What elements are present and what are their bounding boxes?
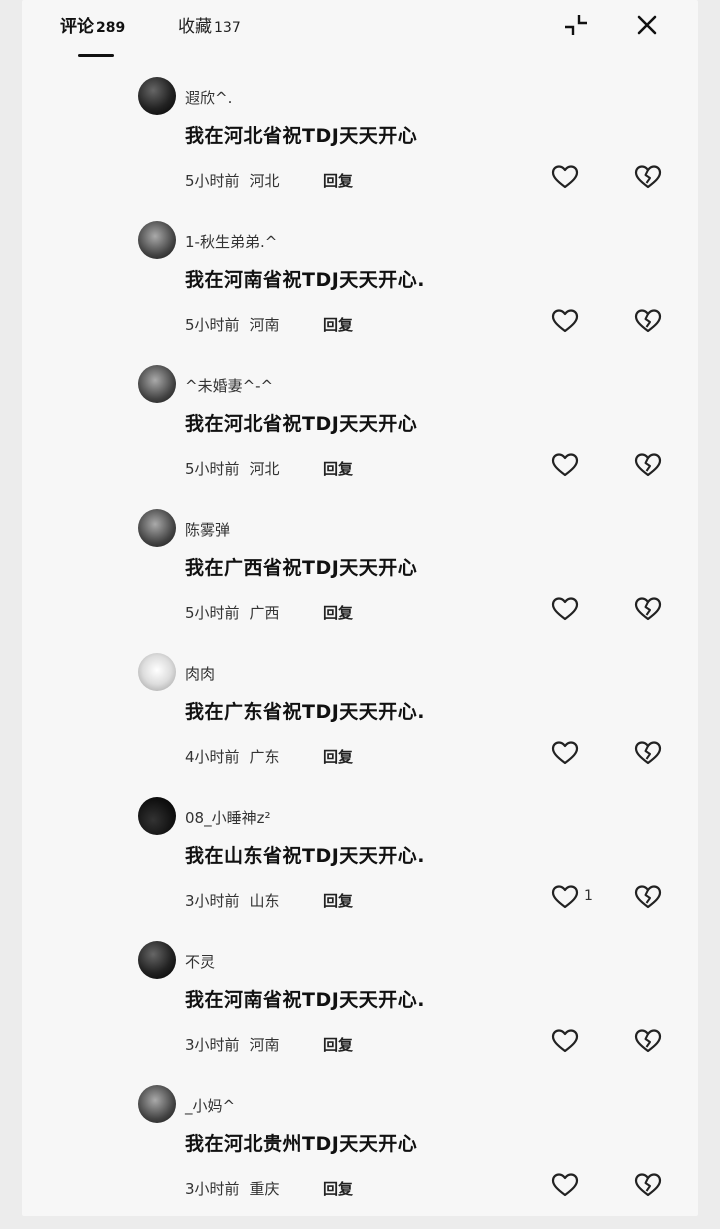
comment-text: 我在河北贵州TDJ天天开心 xyxy=(185,1133,418,1155)
broken-heart-icon[interactable] xyxy=(634,452,662,478)
reply-button[interactable]: 回复 xyxy=(323,890,353,911)
avatar[interactable] xyxy=(138,941,176,979)
reply-button[interactable]: 回复 xyxy=(323,170,353,191)
comment-time: 3小时前 xyxy=(185,1180,240,1198)
like-count: 1 xyxy=(584,888,593,904)
like-icon[interactable] xyxy=(551,596,579,622)
comment-panel: 评论 289 收藏 137 遐欣^. 我在河北省祝TDJ天天开心 5小时前 河北 回复… xyxy=(0,0,720,1216)
comment-text: 我在广西省祝TDJ天天开心 xyxy=(185,557,418,579)
avatar[interactable] xyxy=(138,221,176,259)
broken-heart-icon[interactable] xyxy=(634,596,662,622)
like-icon[interactable] xyxy=(551,740,579,766)
like-icon[interactable] xyxy=(551,1172,579,1198)
comment-username[interactable]: 08_小睡神z² xyxy=(185,807,270,828)
like-icon[interactable] xyxy=(551,308,579,334)
reply-button[interactable]: 回复 xyxy=(323,1178,353,1199)
like-icon[interactable] xyxy=(551,884,579,910)
comment-location: 河北 xyxy=(249,172,280,190)
close-icon[interactable] xyxy=(632,10,662,40)
avatar[interactable] xyxy=(138,797,176,835)
comment-time: 5小时前 xyxy=(185,316,240,334)
comment-time: 5小时前 xyxy=(185,172,240,190)
avatar[interactable] xyxy=(138,1085,176,1123)
comment-location: 重庆 xyxy=(249,1180,280,1198)
comment-item: 遐欣^. 我在河北省祝TDJ天天开心 5小时前 河北 回复 xyxy=(0,77,720,221)
comment-text: 我在河北省祝TDJ天天开心 xyxy=(185,413,418,435)
comment-time: 3小时前 xyxy=(185,892,240,910)
favorite-count: 137 xyxy=(214,20,241,36)
comment-item: 陈雾弹 我在广西省祝TDJ天天开心 5小时前 广西 回复 xyxy=(0,509,720,653)
avatar[interactable] xyxy=(138,653,176,691)
comment-username[interactable]: _小妈^ xyxy=(185,1095,235,1116)
comment-username[interactable]: ^未婚妻^-^ xyxy=(185,375,273,396)
like-icon[interactable] xyxy=(551,452,579,478)
reply-button[interactable]: 回复 xyxy=(323,458,353,479)
comment-text: 我在河北省祝TDJ天天开心 xyxy=(185,125,418,147)
comment-meta: 5小时前 河南 xyxy=(185,314,280,335)
comment-username[interactable]: 肉肉 xyxy=(185,663,215,684)
comment-count: 289 xyxy=(96,20,126,36)
comment-username[interactable]: 不灵 xyxy=(185,951,215,972)
comment-item: ^未婚妻^-^ 我在河北省祝TDJ天天开心 5小时前 河北 回复 xyxy=(0,365,720,509)
active-tab-indicator xyxy=(78,54,114,57)
comment-time: 3小时前 xyxy=(185,1036,240,1054)
comment-time: 4小时前 xyxy=(185,748,240,766)
broken-heart-icon[interactable] xyxy=(634,884,662,910)
comment-item: 肉肉 我在广东省祝TDJ天天开心. 4小时前 广东 回复 xyxy=(0,653,720,797)
comment-meta: 5小时前 广西 xyxy=(185,602,280,623)
reply-button[interactable]: 回复 xyxy=(323,602,353,623)
comment-location: 河北 xyxy=(249,460,280,478)
avatar[interactable] xyxy=(138,77,176,115)
tab-favorites-label: 收藏 xyxy=(178,17,212,37)
comment-meta: 3小时前 山东 xyxy=(185,890,280,911)
comment-time: 5小时前 xyxy=(185,604,240,622)
avatar[interactable] xyxy=(138,365,176,403)
broken-heart-icon[interactable] xyxy=(634,308,662,334)
collapse-icon[interactable] xyxy=(561,10,591,40)
comment-meta: 3小时前 河南 xyxy=(185,1034,280,1055)
comment-text: 我在河南省祝TDJ天天开心. xyxy=(185,989,426,1011)
comment-item: 1-秋生弟弟.^ 我在河南省祝TDJ天天开心. 5小时前 河南 回复 xyxy=(0,221,720,365)
comment-meta: 3小时前 重庆 xyxy=(185,1178,280,1199)
comment-item: 不灵 我在河南省祝TDJ天天开心. 3小时前 河南 回复 xyxy=(0,941,720,1085)
comment-location: 河南 xyxy=(249,1036,280,1054)
comment-time: 5小时前 xyxy=(185,460,240,478)
comment-item: _小妈^ 我在河北贵州TDJ天天开心 3小时前 重庆 回复 xyxy=(0,1085,720,1229)
tab-favorites[interactable]: 收藏 137 xyxy=(178,12,241,37)
broken-heart-icon[interactable] xyxy=(634,1028,662,1054)
comment-location: 广东 xyxy=(249,748,280,766)
reply-button[interactable]: 回复 xyxy=(323,746,353,767)
broken-heart-icon[interactable] xyxy=(634,164,662,190)
like-icon[interactable] xyxy=(551,1028,579,1054)
comment-location: 山东 xyxy=(249,892,280,910)
like-icon[interactable] xyxy=(551,164,579,190)
comment-text: 我在广东省祝TDJ天天开心. xyxy=(185,701,426,723)
comment-username[interactable]: 1-秋生弟弟.^ xyxy=(185,231,277,252)
avatar[interactable] xyxy=(138,509,176,547)
reply-button[interactable]: 回复 xyxy=(323,1034,353,1055)
broken-heart-icon[interactable] xyxy=(634,740,662,766)
comment-username[interactable]: 遐欣^. xyxy=(185,87,232,108)
comment-location: 广西 xyxy=(249,604,280,622)
comment-meta: 5小时前 河北 xyxy=(185,458,280,479)
broken-heart-icon[interactable] xyxy=(634,1172,662,1198)
tab-comments-label: 评论 xyxy=(60,17,94,37)
reply-button[interactable]: 回复 xyxy=(323,314,353,335)
comment-item: 08_小睡神z² 我在山东省祝TDJ天天开心. 3小时前 山东 回复 1 xyxy=(0,797,720,941)
comment-username[interactable]: 陈雾弹 xyxy=(185,519,230,540)
comment-location: 河南 xyxy=(249,316,280,334)
comment-meta: 4小时前 广东 xyxy=(185,746,280,767)
comment-text: 我在山东省祝TDJ天天开心. xyxy=(185,845,426,867)
comment-text: 我在河南省祝TDJ天天开心. xyxy=(185,269,426,291)
tab-comments[interactable]: 评论 289 xyxy=(60,12,125,37)
comment-meta: 5小时前 河北 xyxy=(185,170,280,191)
